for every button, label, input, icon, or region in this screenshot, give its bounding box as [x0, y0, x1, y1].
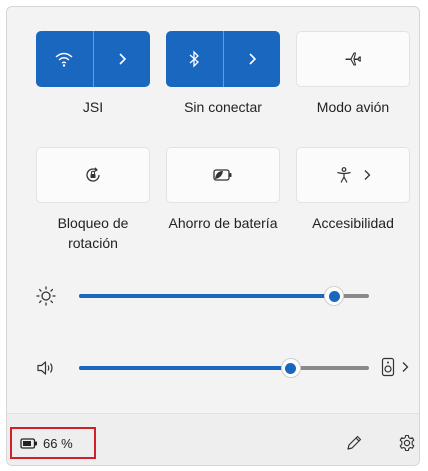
battery-saver-tile[interactable] [166, 147, 280, 203]
quick-settings-footer: 66 % [7, 413, 419, 465]
brightness-fill [79, 294, 335, 298]
accessibility-tile[interactable] [296, 147, 410, 203]
quick-settings-panel: JSI Sin conectar Modo avión Bloqueo de r… [6, 6, 420, 466]
volume-slider-row [7, 353, 419, 383]
battery-status-button[interactable]: 66 % [10, 427, 96, 459]
airplane-mode-label: Modo avión [316, 99, 390, 115]
bluetooth-expand-button[interactable] [224, 31, 281, 87]
audio-output-button[interactable] [381, 357, 409, 377]
rotation-lock-icon [86, 167, 100, 182]
wifi-expand-button[interactable] [94, 31, 151, 87]
speaker-icon[interactable] [36, 359, 56, 377]
brightness-slider-thumb[interactable] [324, 286, 345, 306]
rotation-lock-tile[interactable] [36, 147, 150, 203]
settings-button[interactable] [396, 432, 418, 454]
wifi-label: JSI [82, 99, 104, 115]
gear-icon [399, 434, 415, 452]
bluetooth-toggle[interactable] [166, 31, 223, 87]
rotation-lock-label: Bloqueo de rotación [57, 215, 129, 251]
airplane-mode-tile[interactable] [296, 31, 410, 87]
battery-saver-icon [213, 169, 232, 181]
airplane-icon [345, 52, 362, 66]
volume-slider-thumb[interactable] [280, 358, 301, 378]
chevron-right-icon [249, 53, 256, 65]
battery-icon [20, 437, 37, 449]
accessibility-label: Accesibilidad [312, 215, 394, 231]
chevron-right-icon [402, 362, 409, 372]
speaker-device-icon [381, 357, 395, 377]
bluetooth-tile[interactable] [166, 31, 280, 87]
bluetooth-label: Sin conectar [184, 99, 262, 115]
chevron-right-icon [364, 170, 371, 180]
pencil-icon [347, 435, 362, 450]
brightness-slider-row [7, 281, 419, 311]
accessibility-icon [337, 167, 351, 183]
wifi-tile[interactable] [36, 31, 150, 87]
chevron-right-icon [119, 53, 126, 65]
bluetooth-icon [189, 50, 200, 68]
battery-saver-label: Ahorro de batería [168, 215, 278, 231]
wifi-icon [55, 52, 73, 67]
battery-percentage: 66 % [43, 435, 73, 451]
brightness-icon [36, 286, 56, 306]
edit-quick-settings-button[interactable] [343, 432, 365, 454]
wifi-toggle[interactable] [36, 31, 93, 87]
volume-fill [79, 366, 291, 370]
